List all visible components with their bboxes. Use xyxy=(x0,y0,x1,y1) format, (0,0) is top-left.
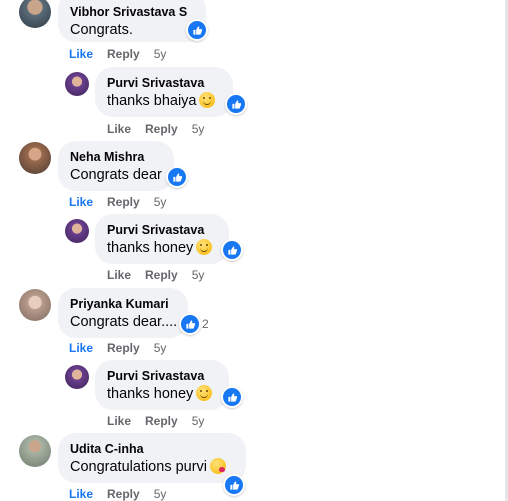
comment-author[interactable]: Neha Mishra xyxy=(70,149,162,165)
reply-button[interactable]: Reply xyxy=(145,268,178,282)
comment-author[interactable]: Purvi Srivastava xyxy=(107,222,217,238)
comment-bubble: Priyanka Kumari Congrats dear.... xyxy=(58,288,188,338)
reply-text: thanks honey xyxy=(107,240,194,256)
avatar[interactable] xyxy=(65,72,89,96)
smile-emoji-icon xyxy=(196,239,213,255)
comment-bubble: Udita C-inha Congratulations purvi xyxy=(58,433,246,483)
like-button[interactable]: Like xyxy=(69,195,93,209)
like-button[interactable]: Like xyxy=(69,47,93,61)
avatar[interactable] xyxy=(19,0,51,28)
comment-author[interactable]: Purvi Srivastava xyxy=(107,75,221,91)
reply-button[interactable]: Reply xyxy=(107,487,140,501)
comment-actions: Like Reply 5y xyxy=(107,122,218,136)
comment-text: Congrats dear xyxy=(70,167,162,183)
like-reaction-icon[interactable] xyxy=(166,166,188,188)
comment-timestamp[interactable]: 5y xyxy=(192,268,205,282)
reply-button[interactable]: Reply xyxy=(145,414,178,428)
comment-actions: Like Reply 5y xyxy=(69,47,180,61)
comment-text-body: Congratulations purvi xyxy=(70,459,208,475)
reply-button[interactable]: Reply xyxy=(107,341,140,355)
comment-bubble: Vibhor Srivastava S Congrats. xyxy=(58,0,206,42)
reply-text: thanks bhaiya xyxy=(107,93,197,109)
like-button[interactable]: Like xyxy=(69,487,93,501)
comment-bubble: Neha Mishra Congrats dear xyxy=(58,141,174,191)
comment-text: Congrats. xyxy=(70,22,133,38)
reply-button[interactable]: Reply xyxy=(145,122,178,136)
like-reaction-icon[interactable] xyxy=(179,313,201,335)
comment-text: thanks bhaiya xyxy=(107,91,221,111)
like-button[interactable]: Like xyxy=(107,122,131,136)
comment-timestamp[interactable]: 5y xyxy=(192,414,205,428)
comment-timestamp[interactable]: 5y xyxy=(192,122,205,136)
comment-timestamp[interactable]: 5y xyxy=(154,341,167,355)
like-reaction-icon[interactable] xyxy=(221,239,243,261)
avatar[interactable] xyxy=(65,219,89,243)
comment-actions: Like Reply 5y xyxy=(69,195,180,209)
like-reaction-icon[interactable] xyxy=(225,93,247,115)
comment-timestamp[interactable]: 5y xyxy=(154,195,167,209)
comment-author[interactable]: Vibhor Srivastava S xyxy=(70,4,194,20)
reply-bubble: Purvi Srivastava thanks honey xyxy=(95,360,229,410)
comment-author[interactable]: Purvi Srivastava xyxy=(107,368,217,384)
reply-bubble: Purvi Srivastava thanks bhaiya xyxy=(95,67,233,117)
comment-actions: Like Reply 5y xyxy=(69,487,180,501)
reply-text: thanks honey xyxy=(107,386,194,402)
reply-bubble: Purvi Srivastava thanks honey xyxy=(95,214,229,264)
like-reaction-icon[interactable] xyxy=(221,386,243,408)
comment-author[interactable]: Priyanka Kumari xyxy=(70,296,176,312)
reply-button[interactable]: Reply xyxy=(107,47,140,61)
comment-timestamp[interactable]: 5y xyxy=(154,487,167,501)
like-button[interactable]: Like xyxy=(107,414,131,428)
comment-timestamp[interactable]: 5y xyxy=(154,47,167,61)
smile-emoji-icon xyxy=(196,385,213,401)
comment-text: Congratulations purvi xyxy=(70,457,234,477)
comment-actions: Like Reply 5y xyxy=(69,341,180,355)
comment-text: thanks honey xyxy=(107,384,217,404)
comment-actions: Like Reply 5y xyxy=(107,414,218,428)
reply-button[interactable]: Reply xyxy=(107,195,140,209)
like-button[interactable]: Like xyxy=(69,341,93,355)
avatar[interactable] xyxy=(19,142,51,174)
kiss-emoji-icon xyxy=(210,458,227,474)
avatar[interactable] xyxy=(19,289,51,321)
avatar[interactable] xyxy=(19,435,51,467)
comment-actions: Like Reply 5y xyxy=(107,268,218,282)
smile-emoji-icon xyxy=(199,92,216,108)
comment-text: Congrats dear.... xyxy=(70,314,178,330)
comment-text: thanks honey xyxy=(107,238,217,258)
like-button[interactable]: Like xyxy=(107,268,131,282)
reaction-count[interactable]: 2 xyxy=(202,317,209,331)
like-reaction-icon[interactable] xyxy=(186,19,208,41)
avatar[interactable] xyxy=(65,365,89,389)
comment-author[interactable]: Udita C-inha xyxy=(70,441,234,457)
like-reaction-icon[interactable] xyxy=(223,474,245,496)
